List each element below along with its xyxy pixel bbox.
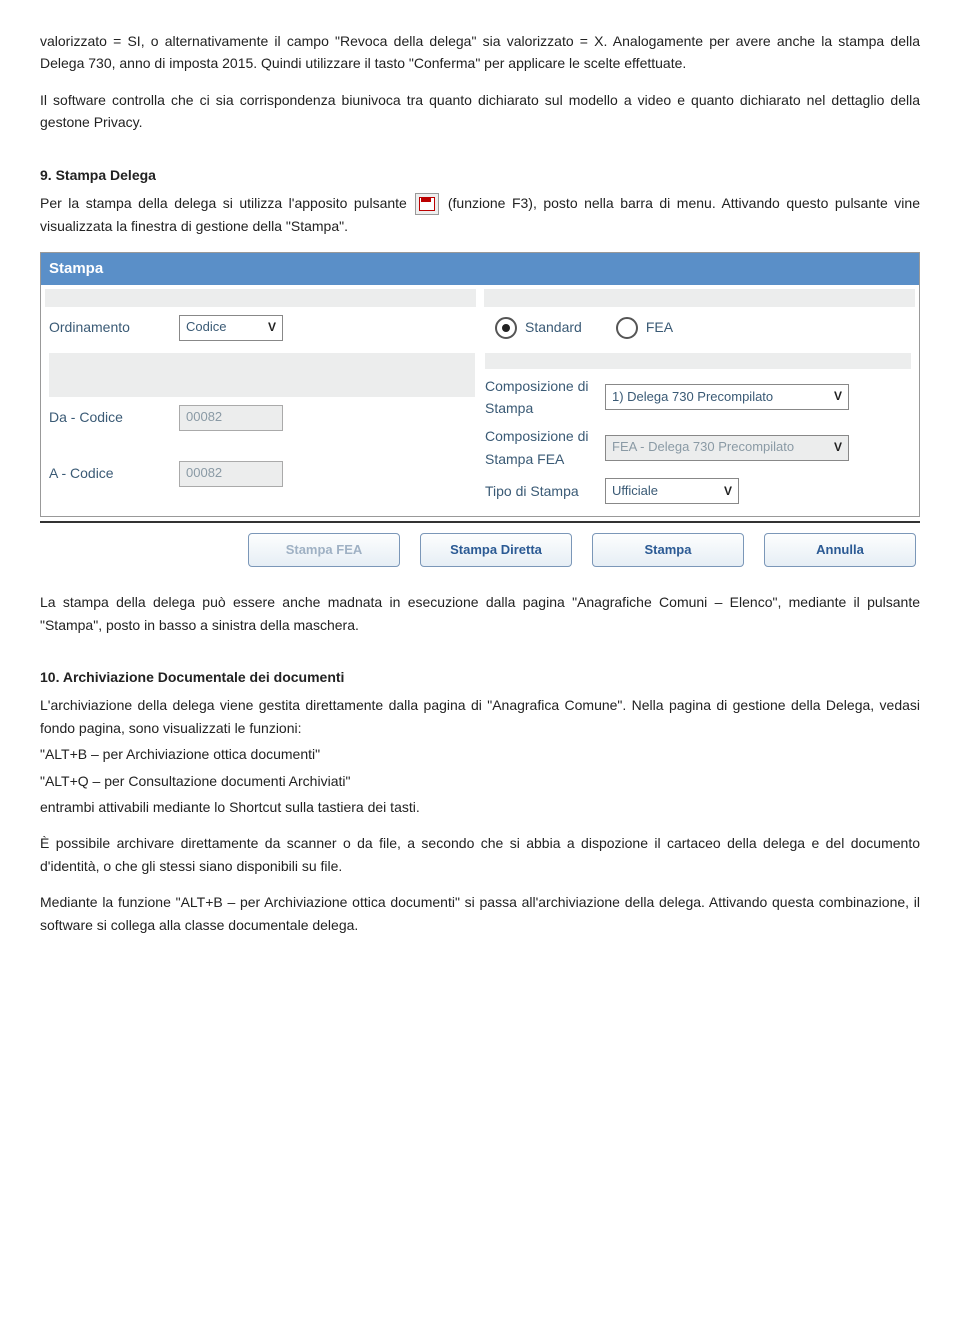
composizione-stampa-fea-select: FEA - Delega 730 Precompilato V (605, 435, 849, 461)
section-10-paragraph-3: È possibile archivare direttamente da sc… (40, 832, 920, 877)
ordinamento-label: Ordinamento (49, 316, 169, 338)
section-10-shortcut-altq: "ALT+Q – per Consultazione documenti Arc… (40, 770, 920, 792)
ordinamento-select[interactable]: Codice V (179, 315, 283, 341)
stampa-diretta-button[interactable]: Stampa Diretta (420, 533, 572, 567)
a-codice-input[interactable]: 00082 (179, 461, 283, 487)
stampa-top-filler-right (484, 289, 915, 307)
stampa-right-filler (485, 353, 911, 369)
intro-paragraph-2: Il software controlla che ci sia corrisp… (40, 89, 920, 134)
composizione-stampa-fea-value: FEA - Delega 730 Precompilato (612, 437, 794, 458)
radio-fea-icon (616, 317, 638, 339)
radio-standard[interactable]: Standard (495, 316, 582, 338)
radio-standard-label: Standard (525, 316, 582, 338)
tipo-stampa-select[interactable]: Ufficiale V (605, 478, 739, 504)
section-10-paragraph-4: Mediante la funzione "ALT+B – per Archiv… (40, 891, 920, 936)
stampa-dialog-title: Stampa (41, 253, 919, 285)
da-codice-label: Da - Codice (49, 406, 169, 428)
chevron-down-icon: V (724, 482, 732, 501)
section-10-shortcut-altb: "ALT+B – per Archiviazione ottica docume… (40, 743, 920, 765)
stampa-fea-button: Stampa FEA (248, 533, 400, 567)
post-stampa-paragraph: La stampa della delega può essere anche … (40, 591, 920, 636)
radio-fea[interactable]: FEA (616, 316, 673, 338)
tipo-stampa-label: Tipo di Stampa (485, 480, 595, 502)
stampa-top-filler-left (45, 289, 476, 307)
tipo-stampa-value: Ufficiale (612, 481, 658, 502)
stampa-dialog: Stampa Ordinamento Codice V Da - Codice … (40, 252, 920, 518)
da-codice-value: 00082 (186, 407, 222, 428)
composizione-stampa-value: 1) Delega 730 Precompilato (612, 387, 773, 408)
stampa-left-filler (49, 353, 475, 397)
chevron-down-icon: V (834, 438, 842, 457)
a-codice-label: A - Codice (49, 462, 169, 484)
section-9-title: 9. Stampa Delega (40, 164, 920, 186)
radio-standard-icon (495, 317, 517, 339)
pdf-print-icon[interactable] (415, 193, 439, 215)
chevron-down-icon: V (268, 318, 276, 337)
section-10-paragraph-1: L'archiviazione della delega viene gesti… (40, 694, 920, 739)
stampa-button[interactable]: Stampa (592, 533, 744, 567)
section-10-title: 10. Archiviazione Documentale dei docume… (40, 666, 920, 688)
composizione-stampa-fea-label: Composizione di Stampa FEA (485, 425, 595, 470)
intro-paragraph-1: valorizzato = SI, o alternativamente il … (40, 30, 920, 75)
stampa-button-bar: Stampa FEA Stampa Diretta Stampa Annulla (40, 533, 920, 573)
section-9-paragraph: Per la stampa della delega si utilizza l… (40, 192, 920, 238)
da-codice-input[interactable]: 00082 (179, 405, 283, 431)
chevron-down-icon: V (834, 387, 842, 406)
section-10-paragraph-2: entrambi attivabili mediante lo Shortcut… (40, 796, 920, 818)
radio-fea-label: FEA (646, 316, 673, 338)
stampa-divider (40, 521, 920, 523)
section-9-text-a: Per la stampa della delega si utilizza l… (40, 195, 413, 211)
ordinamento-select-value: Codice (186, 317, 226, 338)
a-codice-value: 00082 (186, 463, 222, 484)
composizione-stampa-label: Composizione di Stampa (485, 375, 595, 420)
composizione-stampa-select[interactable]: 1) Delega 730 Precompilato V (605, 384, 849, 410)
annulla-button[interactable]: Annulla (764, 533, 916, 567)
